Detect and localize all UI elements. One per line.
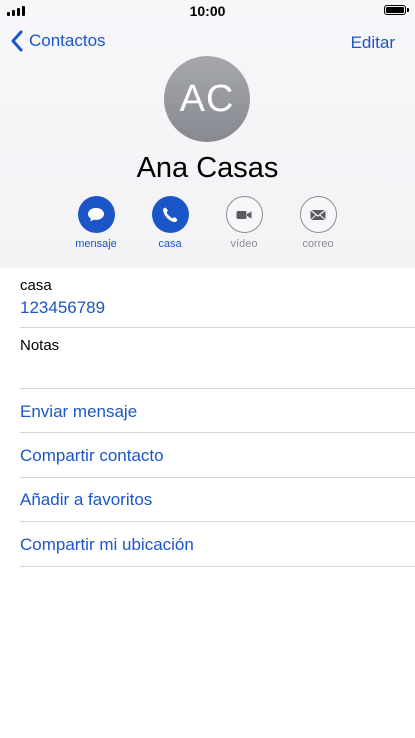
status-bar: 10:00 — [0, 0, 415, 22]
status-time: 10:00 — [189, 3, 226, 19]
contact-name: Ana Casas — [136, 152, 279, 184]
mail-action-label: correo — [302, 238, 334, 250]
divider — [20, 566, 415, 567]
divider — [20, 477, 415, 478]
divider — [20, 327, 415, 328]
message-action-button[interactable]: mensaje — [66, 196, 126, 250]
call-action-button[interactable]: casa — [140, 196, 200, 250]
divider — [20, 432, 415, 433]
notes-label: Notas — [20, 337, 60, 354]
battery-cap — [407, 8, 409, 12]
send-message-link[interactable]: Enviar mensaje — [20, 402, 137, 422]
mail-icon — [299, 196, 337, 233]
phone-icon — [151, 196, 189, 233]
back-button[interactable]: Contactos — [10, 30, 106, 52]
video-action-label: vídeo — [230, 238, 258, 250]
message-action-label: mensaje — [75, 238, 117, 250]
video-icon — [225, 196, 263, 233]
phone-number-link[interactable]: 123456789 — [20, 298, 105, 318]
phone-type-label: casa — [20, 277, 52, 294]
divider — [20, 388, 415, 389]
chevron-left-icon — [11, 30, 23, 52]
back-button-label: Contactos — [29, 31, 106, 50]
call-action-label: casa — [158, 238, 182, 250]
video-action-button[interactable]: vídeo — [214, 196, 274, 250]
divider — [20, 521, 415, 522]
message-icon — [77, 196, 115, 233]
battery-icon — [384, 5, 406, 15]
mail-action-button[interactable]: correo — [288, 196, 348, 250]
share-location-link[interactable]: Compartir mi ubicación — [20, 535, 194, 555]
edit-button[interactable]: Editar — [351, 33, 395, 53]
share-contact-link[interactable]: Compartir contacto — [20, 446, 164, 466]
add-to-favorites-link[interactable]: Añadir a favoritos — [20, 490, 152, 510]
avatar: AC — [164, 56, 250, 142]
